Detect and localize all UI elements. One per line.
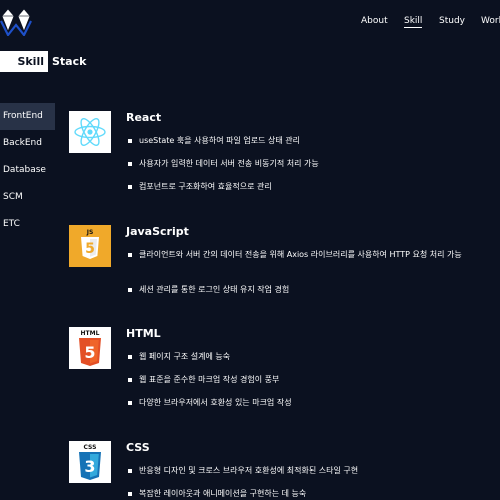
page-title: Skill Stack [0,51,86,72]
list-item-text: 웹 표준을 준수한 마크업 작성 경험이 풍부 [139,375,280,384]
skill-name-html: HTML [126,327,161,340]
sidebar-item-backend[interactable]: BackEnd [0,130,55,157]
react-icon [69,111,111,153]
list-item: 웹 표준을 준수한 마크업 작성 경험이 풍부 [128,374,496,386]
list-item-text: useState 훅을 사용하여 파일 업로드 상태 관리 [139,136,300,145]
list-item: 복잡한 레이아웃과 애니메이션을 구현하는 데 능숙 [128,488,496,500]
html5-icon: HTML 5 [69,327,111,369]
nav-work[interactable]: Work [481,16,500,26]
nav-about[interactable]: About [361,16,388,26]
skill-name-css: CSS [126,441,150,454]
nav-study[interactable]: Study [439,16,465,26]
sidebar-item-scm[interactable]: SCM [0,184,55,211]
page-title-rest: Stack [52,55,87,68]
javascript-icon: JS 5 [69,225,111,267]
list-item: 클라이언트와 서버 간의 데이터 전송을 위해 Axios 라이브러리를 사용하… [128,249,496,261]
top-nav: About Skill Study Work [0,16,500,30]
nav-skill[interactable]: Skill [404,16,423,28]
list-item: 웹 페이지 구조 설계에 능숙 [128,351,496,363]
sidebar-item-database[interactable]: Database [0,157,55,184]
svg-text:HTML: HTML [81,330,100,337]
skill-name-react: React [126,111,162,124]
page-title-highlight: Skill [0,51,48,72]
list-item: 세션 관리를 통한 로그인 상태 유지 작업 경험 [128,284,496,296]
sidebar: FrontEnd BackEnd Database SCM ETC [0,103,55,238]
svg-text:5: 5 [84,343,95,362]
list-item: 반응형 디자인 및 크로스 브라우저 호환성에 최적화된 스타일 구현 [128,465,496,477]
list-item-text: 세션 관리를 통한 로그인 상태 유지 작업 경험 [139,285,290,294]
list-item-text: 사용자가 입력한 데이터 서버 전송 비동기적 처리 가능 [139,159,319,168]
list-item-text: 클라이언트와 서버 간의 데이터 전송을 위해 Axios 라이브러리를 사용하… [139,250,462,259]
list-item-text: 다양한 브라우저에서 호환성 있는 마크업 작성 [139,398,292,407]
list-item: useState 훅을 사용하여 파일 업로드 상태 관리 [128,135,496,147]
sidebar-item-etc[interactable]: ETC [0,211,55,238]
svg-text:5: 5 [85,241,95,257]
sidebar-item-frontend[interactable]: FrontEnd [0,103,55,130]
list-item: 다양한 브라우저에서 호환성 있는 마크업 작성 [128,397,496,409]
list-item-text: 복잡한 레이아웃과 애니메이션을 구현하는 데 능숙 [139,489,307,498]
svg-text:CSS: CSS [84,444,97,451]
list-item: 컴포넌트로 구조화하여 효율적으로 관리 [128,181,496,193]
list-item-text: 웹 페이지 구조 설계에 능숙 [139,352,231,361]
list-item: 사용자가 입력한 데이터 서버 전송 비동기적 처리 가능 [128,158,496,170]
svg-text:3: 3 [84,457,95,476]
svg-text:JS: JS [86,229,94,236]
css3-icon: CSS 3 [69,441,111,483]
list-item-text: 컴포넌트로 구조화하여 효율적으로 관리 [139,182,272,191]
list-item-text: 반응형 디자인 및 크로스 브라우저 호환성에 최적화된 스타일 구현 [139,466,359,475]
skill-name-javascript: JavaScript [126,225,189,238]
